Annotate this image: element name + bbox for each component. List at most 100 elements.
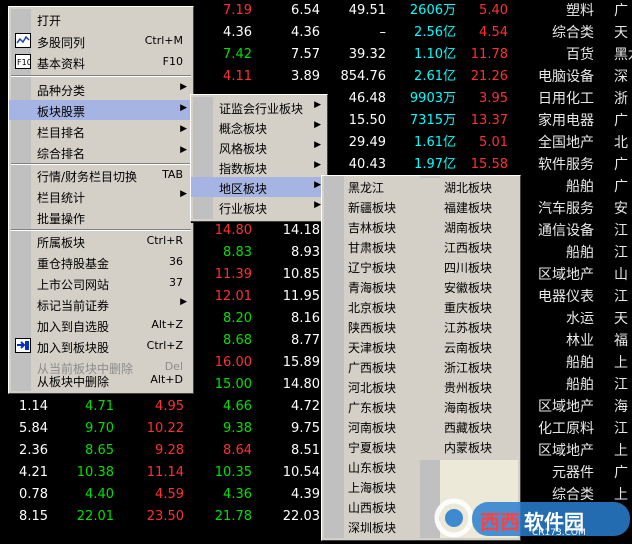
cell-low: 8.64 [223,443,252,458]
cell-open: 10.38 [76,465,114,480]
cell-low: 10.35 [214,465,252,480]
submenu-style[interactable]: 风格板块 ▶ [191,137,327,157]
region-item[interactable]: 贵州板块 [444,378,514,398]
cell-open: 4.71 [85,399,114,414]
menu-remove-sector[interactable]: 从板块中删除 Alt+D [9,370,193,390]
submenu-industry[interactable]: 行业板块 ▶ [191,197,327,217]
cell-value: 5.40 [479,3,508,18]
menu-basic-info[interactable]: F10 基本资料 F10 [9,52,193,72]
region-item[interactable]: 辽宁板块 [348,258,418,278]
menu-open[interactable]: 打开 [9,9,193,29]
region-item[interactable]: 河北板块 [348,378,418,398]
cell-industry: 百货 [566,47,594,63]
menu-basic-info-label: 基本资料 [37,57,86,71]
menu-quote-switch[interactable]: 行情/财务栏目切换 TAB [9,165,193,185]
menu-composite-rank[interactable]: 综合排名 ▶ [9,142,193,162]
region-item[interactable]: 重庆板块 [444,298,514,318]
region-item[interactable]: 海南板块 [444,398,514,418]
table-row[interactable]: 5.84 9.70 10.22 9.38 9.75 化工原料 江 [0,418,632,440]
table-row[interactable]: 4.21 10.38 11.14 10.35 10.54 元器件 广 [0,462,632,484]
region-item[interactable]: 江西板块 [444,238,514,258]
sector-submenu: 证监会行业板块 ▶ 概念板块 ▶ 风格板块 ▶ 指数板块 ▶ 地区板块 ▶ 行业板块 ▶ [190,94,328,222]
submenu-csrc[interactable]: 证监会行业板块 ▶ [191,97,327,117]
region-item[interactable]: 河南板块 [348,418,418,438]
cell-prev-close: 9.75 [291,421,320,436]
menu-mark-current[interactable]: 标记当前证券 ▶ [9,294,193,314]
submenu-arrow-icon: ▶ [180,124,187,134]
region-item[interactable]: 吉林板块 [348,218,418,238]
chart-icon [15,33,31,48]
menu-heavy-fund[interactable]: 重仓持股基金 36 [9,252,193,272]
region-item[interactable]: 四川板块 [444,258,514,278]
cell-region: 上 [614,355,628,371]
region-item[interactable]: 广东板块 [348,398,418,418]
region-item[interactable]: 福建板块 [444,198,514,218]
submenu-region[interactable]: 地区板块 ▶ [191,177,327,197]
cell-value: 21.26 [470,69,508,84]
submenu-arrow-icon: ▶ [180,145,187,155]
menu-multi-same[interactable]: 多股同列 Ctrl+M [9,31,193,51]
cell-turnover: 8.15 [19,509,48,524]
cell-value: 13.37 [470,113,508,128]
region-item[interactable]: 陕西板块 [348,318,418,338]
region-item[interactable]: 青海板块 [348,278,418,298]
region-item[interactable]: 北京板块 [348,298,418,318]
region-item[interactable]: 上海板块 [348,478,418,498]
region-item[interactable]: 内蒙板块 [444,438,514,458]
cell-industry: 船舶 [566,377,594,393]
cell-industry: 日用化工 [538,91,594,107]
cell-low: 15.00 [214,377,252,392]
cell-market-cap: 1.97亿 [414,157,456,172]
menu-add-self[interactable]: 加入到自选股 Alt+Z [9,315,193,335]
region-item[interactable]: 山西板块 [348,498,418,518]
region-item[interactable]: 天津板块 [348,338,418,358]
menu-column-stats[interactable]: 栏目统计 ▶ [9,186,193,206]
menu-composite-rank-label: 综合排名 [37,147,86,161]
submenu-arrow-icon: ▶ [180,297,187,307]
menu-sector-belong[interactable]: 所属板块 Ctrl+R [9,231,193,251]
menu-category[interactable]: 品种分类 ▶ [9,79,193,99]
table-row[interactable]: 2.36 8.65 9.28 8.64 8.51 区域地产 上 [0,440,632,462]
cell-industry: 区域地产 [538,267,594,283]
region-item[interactable]: 江苏板块 [444,318,514,338]
cell-industry: 船舶 [566,179,594,195]
menu-quote-switch-label: 行情/财务栏目切换 [37,170,138,184]
region-item[interactable]: 黑龙江 [348,178,418,198]
cell-industry: 水运 [566,311,594,327]
menu-column-rank[interactable]: 栏目排名 ▶ [9,121,193,141]
f10-icon: F10 [15,54,31,69]
cell-region: 海 [614,399,628,415]
submenu-concept-label: 概念板块 [219,122,268,136]
cell-pe: 40.43 [348,157,386,172]
shortcut: TAB [162,168,183,181]
cell-pe: 15.50 [348,113,386,128]
cell-prev-close: 4.39 [291,487,320,502]
cell-market-cap: 1.10亿 [414,47,456,62]
menu-company-site[interactable]: 上市公司网站 37 [9,273,193,293]
region-item[interactable]: 浙江板块 [444,358,514,378]
menu-batch-ops[interactable]: 批量操作 [9,207,193,227]
region-item[interactable]: 广西板块 [348,358,418,378]
region-item[interactable]: 湖南板块 [444,218,514,238]
menu-add-sector[interactable]: 加入到板块股 Ctrl+Z [9,336,193,356]
cell-open: 22.01 [76,509,114,524]
region-item[interactable]: 新疆板块 [348,198,418,218]
region-item[interactable]: 山东板块 [348,458,418,478]
cell-low: 11.39 [214,267,252,282]
region-item[interactable]: 安徽板块 [444,278,514,298]
cell-region: 北 [614,135,628,151]
region-item[interactable]: 西藏板块 [444,418,514,438]
submenu-concept[interactable]: 概念板块 ▶ [191,117,327,137]
menu-sector-stocks[interactable]: 板块股票 ▶ [9,100,193,120]
submenu-arrow-icon: ▶ [180,189,187,199]
region-item[interactable]: 宁夏板块 [348,438,418,458]
region-item[interactable]: 甘肃板块 [348,238,418,258]
cell-low: 9.38 [223,421,252,436]
region-item[interactable]: 云南板块 [444,338,514,358]
submenu-index[interactable]: 指数板块 ▶ [191,157,327,177]
cell-low: 4.36 [223,25,252,40]
region-item[interactable]: 深圳板块 [348,518,418,538]
menu-company-site-label: 上市公司网站 [37,278,110,292]
table-row[interactable]: 1.14 4.71 4.95 4.66 4.72 区域地产 海 [0,396,632,418]
region-item[interactable]: 湖北板块 [444,178,514,198]
